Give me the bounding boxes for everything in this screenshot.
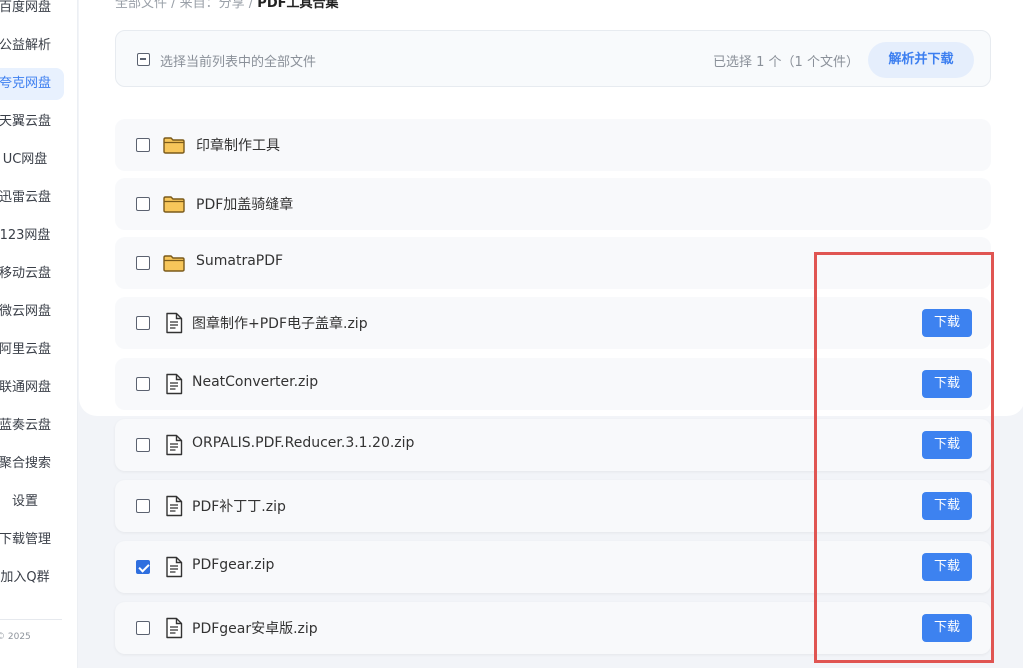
- download-button[interactable]: 下载: [922, 614, 972, 642]
- folder-icon: [163, 137, 185, 154]
- sidebar-item-download-manager[interactable]: 下载管理: [0, 524, 64, 556]
- sidebar-item-xunlei[interactable]: 迅雷云盘: [0, 182, 64, 214]
- file-row[interactable]: PDFgear安卓版.zip 下载: [115, 602, 991, 654]
- file-row[interactable]: PDF加盖骑缝章: [115, 178, 991, 230]
- file-row[interactable]: NeatConverter.zip 下载: [115, 358, 991, 410]
- file-name[interactable]: PDFgear.zip: [192, 557, 274, 573]
- file-row[interactable]: PDFgear.zip 下载: [115, 541, 991, 593]
- sidebar-item-mobile[interactable]: 移动云盘: [0, 258, 64, 290]
- download-button[interactable]: 下载: [922, 553, 972, 581]
- folder-icon: [163, 255, 185, 272]
- document-icon: [166, 434, 183, 456]
- file-name[interactable]: SumatraPDF: [196, 253, 283, 269]
- file-row[interactable]: 印章制作工具: [115, 119, 991, 171]
- file-row[interactable]: SumatraPDF: [115, 237, 991, 289]
- sidebar-item-quark[interactable]: 夸克网盘: [0, 68, 64, 100]
- row-checkbox[interactable]: [136, 621, 150, 635]
- breadcrumb: 全部文件 / 来自：分享 / PDF工具合集: [115, 0, 339, 11]
- sidebar-item-123[interactable]: 123网盘: [0, 220, 64, 252]
- select-all-label[interactable]: 选择当前列表中的全部文件: [160, 51, 316, 70]
- file-name[interactable]: 印章制作工具: [196, 135, 280, 155]
- file-row[interactable]: ORPALIS.PDF.Reducer.3.1.20.zip 下载: [115, 419, 991, 471]
- select-all-bar: 选择当前列表中的全部文件 已选择 1 个（1 个文件） 解析并下载: [115, 30, 991, 87]
- copyright-text: © 2025: [0, 632, 31, 642]
- row-checkbox[interactable]: [136, 438, 150, 452]
- row-checkbox[interactable]: [136, 138, 150, 152]
- sidebar-item-public-parse[interactable]: 公益解析: [0, 30, 64, 62]
- sidebar-item-unicom[interactable]: 联通网盘: [0, 372, 64, 404]
- download-button[interactable]: 下载: [922, 492, 972, 520]
- sidebar-item-tianyi[interactable]: 天翼云盘: [0, 106, 64, 138]
- row-checkbox[interactable]: [136, 377, 150, 391]
- download-button[interactable]: 下载: [922, 370, 972, 398]
- download-button[interactable]: 下载: [922, 309, 972, 337]
- selected-count: 已选择 1 个（1 个文件）: [713, 55, 859, 70]
- file-row[interactable]: 图章制作+PDF电子盖章.zip 下载: [115, 297, 991, 349]
- row-checkbox-checked[interactable]: [136, 560, 150, 574]
- document-icon: [166, 556, 183, 578]
- parse-and-download-button[interactable]: 解析并下载: [868, 42, 974, 78]
- sidebar: 百度网盘 公益解析 夸克网盘 天翼云盘 UC网盘 迅雷云盘 123网盘 移动云盘…: [0, 0, 78, 668]
- sidebar-item-weiyun[interactable]: 微云网盘: [0, 296, 64, 328]
- sidebar-item-uc[interactable]: UC网盘: [0, 144, 64, 176]
- breadcrumb-current: PDF工具合集: [257, 0, 339, 11]
- sidebar-item-aliyun[interactable]: 阿里云盘: [0, 334, 64, 366]
- sidebar-item-settings[interactable]: 设置: [0, 486, 64, 518]
- download-button[interactable]: 下载: [922, 431, 972, 459]
- file-name[interactable]: PDF加盖骑缝章: [196, 194, 293, 214]
- document-icon: [166, 617, 183, 639]
- sidebar-item-join-qq[interactable]: 加入Q群: [0, 562, 64, 594]
- document-icon: [166, 373, 183, 395]
- sidebar-divider: [0, 619, 62, 620]
- file-row[interactable]: PDF补丁丁.zip 下载: [115, 480, 991, 532]
- file-name[interactable]: ORPALIS.PDF.Reducer.3.1.20.zip: [192, 435, 414, 451]
- file-name[interactable]: PDFgear安卓版.zip: [192, 618, 318, 638]
- sidebar-item-aggregate-search[interactable]: 聚合搜索: [0, 448, 64, 480]
- file-name[interactable]: PDF补丁丁.zip: [192, 496, 286, 516]
- file-name[interactable]: NeatConverter.zip: [192, 374, 318, 390]
- file-name[interactable]: 图章制作+PDF电子盖章.zip: [192, 313, 368, 333]
- row-checkbox[interactable]: [136, 316, 150, 330]
- breadcrumb-path[interactable]: 全部文件 / 来自：分享 /: [115, 0, 257, 11]
- sidebar-item-baidu[interactable]: 百度网盘: [0, 0, 64, 24]
- minus-checkbox-icon[interactable]: [137, 53, 150, 66]
- row-checkbox[interactable]: [136, 499, 150, 513]
- row-checkbox[interactable]: [136, 256, 150, 270]
- folder-icon: [163, 196, 185, 213]
- row-checkbox[interactable]: [136, 197, 150, 211]
- sidebar-item-lanzou[interactable]: 蓝奏云盘: [0, 410, 64, 442]
- document-icon: [166, 495, 183, 517]
- document-icon: [166, 312, 183, 334]
